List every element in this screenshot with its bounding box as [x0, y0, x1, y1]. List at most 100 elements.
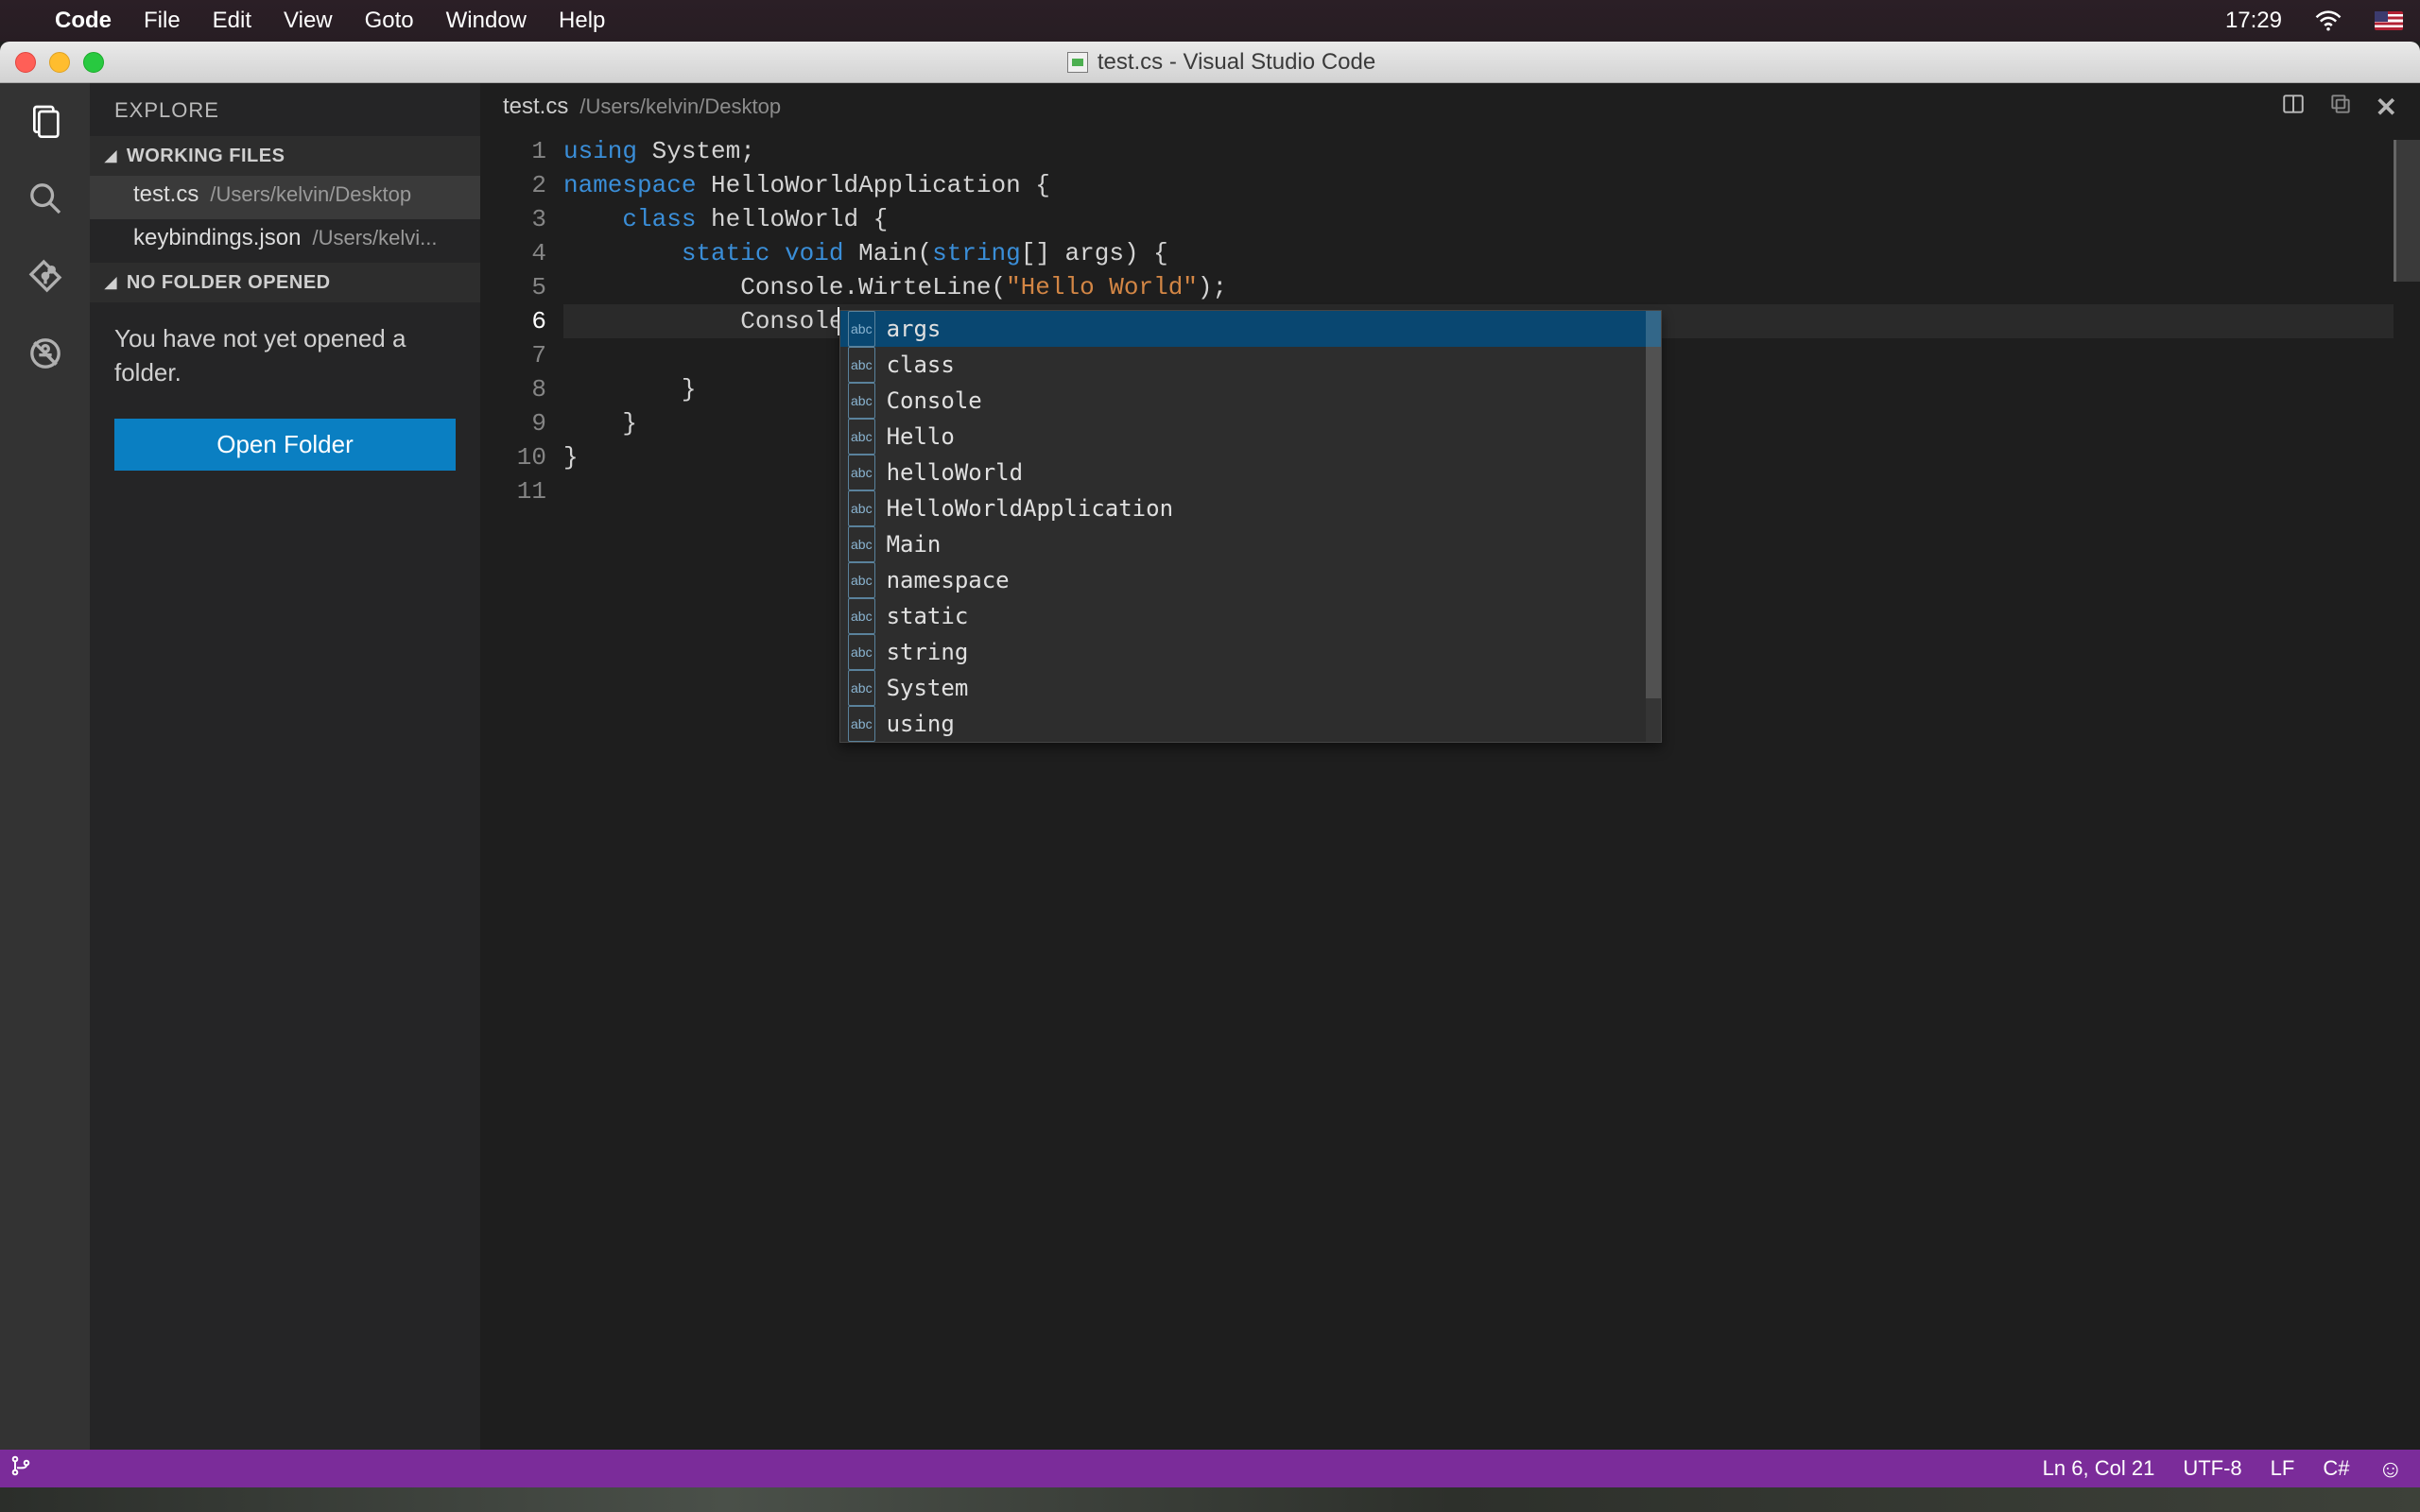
line-number: 1	[480, 134, 546, 168]
suggestion-label: HelloWorldApplication	[887, 491, 1173, 525]
window-title-text: test.cs - Visual Studio Code	[1098, 49, 1375, 76]
suggestion-item[interactable]: abc Main	[840, 526, 1661, 562]
suggestion-item[interactable]: abc Hello	[840, 419, 1661, 455]
suggestion-kind-icon: abc	[848, 383, 875, 419]
suggestion-label: namespace	[887, 563, 1010, 597]
no-folder-message: You have not yet opened a folder.	[90, 302, 480, 409]
window-minimize-button[interactable]	[49, 52, 70, 73]
line-number: 6	[480, 304, 546, 338]
line-number: 2	[480, 168, 546, 202]
code-line[interactable]: static void Main(string[] args) {	[563, 236, 2394, 270]
suggestion-kind-icon: abc	[848, 562, 875, 598]
editor-group: test.cs /Users/kelvin/Desktop ✕ 12345678…	[480, 83, 2420, 1450]
suggestion-item[interactable]: abc helloWorld	[840, 455, 1661, 490]
menubar-help[interactable]: Help	[559, 8, 605, 34]
menubar-file[interactable]: File	[144, 8, 181, 34]
editor-area[interactable]: 1234567891011 using System;namespace Hel…	[480, 130, 2420, 1450]
suggestion-item[interactable]: abc namespace	[840, 562, 1661, 598]
suggestion-label: helloWorld	[887, 455, 1024, 490]
suggestion-kind-icon: abc	[848, 670, 875, 706]
suggestion-kind-icon: abc	[848, 419, 875, 455]
code-line[interactable]: class helloWorld {	[563, 202, 2394, 236]
wifi-icon[interactable]	[2314, 7, 2342, 35]
working-file-item[interactable]: keybindings.json /Users/kelvi...	[90, 219, 480, 263]
suggestion-kind-icon: abc	[848, 706, 875, 742]
file-icon	[1067, 52, 1088, 73]
menubar-view[interactable]: View	[284, 8, 333, 34]
working-files-list: test.cs /Users/kelvin/Desktop keybinding…	[90, 176, 480, 263]
menubar-window[interactable]: Window	[446, 8, 527, 34]
activity-bar	[0, 83, 90, 1450]
suggestion-kind-icon: abc	[848, 311, 875, 347]
suggestion-item[interactable]: abc class	[840, 347, 1661, 383]
suggestion-item[interactable]: abc string	[840, 634, 1661, 670]
macos-menubar: Code File Edit View Goto Window Help 17:…	[0, 0, 2420, 42]
close-editor-icon[interactable]: ✕	[2376, 92, 2397, 123]
suggestion-label: using	[887, 707, 955, 741]
git-icon[interactable]	[25, 255, 66, 297]
open-folder-button[interactable]: Open Folder	[114, 419, 456, 471]
suggestion-label: Main	[887, 527, 942, 561]
no-folder-header[interactable]: ◢ NO FOLDER OPENED	[90, 263, 480, 302]
editor-tab-path: /Users/kelvin/Desktop	[579, 94, 781, 119]
line-number: 10	[480, 440, 546, 474]
chevron-down-icon: ◢	[105, 146, 117, 165]
suggest-scrollbar[interactable]	[1646, 311, 1661, 742]
suggestion-kind-icon: abc	[848, 598, 875, 634]
status-feedback-icon[interactable]: ☺	[2377, 1454, 2403, 1484]
suggestion-label: class	[887, 348, 955, 382]
working-files-header[interactable]: ◢ WORKING FILES	[90, 136, 480, 176]
suggestion-kind-icon: abc	[848, 526, 875, 562]
intellisense-suggest-widget[interactable]: abcargsabcclassabcConsoleabcHelloabchell…	[839, 310, 1662, 743]
status-cursor-position[interactable]: Ln 6, Col 21	[2043, 1456, 2155, 1481]
status-eol[interactable]: LF	[2271, 1456, 2295, 1481]
working-files-label: WORKING FILES	[127, 146, 285, 167]
code-line[interactable]: Console.WirteLine("Hello World");	[563, 270, 2394, 304]
debug-icon[interactable]	[25, 333, 66, 374]
code-line[interactable]: namespace HelloWorldApplication {	[563, 168, 2394, 202]
menubar-app[interactable]: Code	[55, 8, 112, 34]
more-actions-icon[interactable]	[2328, 92, 2353, 123]
split-editor-icon[interactable]	[2281, 92, 2306, 123]
menubar-edit[interactable]: Edit	[213, 8, 251, 34]
suggestion-item[interactable]: abc static	[840, 598, 1661, 634]
suggestion-label: string	[887, 635, 969, 669]
suggestion-item[interactable]: abc using	[840, 706, 1661, 742]
suggestion-kind-icon: abc	[848, 490, 875, 526]
suggestion-item[interactable]: abcSystem	[840, 670, 1661, 706]
suggestion-item[interactable]: abcargs	[840, 311, 1661, 347]
suggestion-kind-icon: abc	[848, 634, 875, 670]
menubar-goto[interactable]: Goto	[365, 8, 414, 34]
editor-tab[interactable]: test.cs /Users/kelvin/Desktop	[503, 94, 781, 120]
window-zoom-button[interactable]	[83, 52, 104, 73]
working-file-item[interactable]: test.cs /Users/kelvin/Desktop	[90, 176, 480, 219]
suggestion-kind-icon: abc	[848, 455, 875, 490]
window-title: test.cs - Visual Studio Code	[117, 49, 2325, 76]
chevron-down-icon: ◢	[105, 273, 117, 292]
window-close-button[interactable]	[15, 52, 36, 73]
suggestion-label: static	[887, 599, 969, 633]
code-line[interactable]: using System;	[563, 134, 2394, 168]
suggestion-item[interactable]: abc Console	[840, 383, 1661, 419]
status-language[interactable]: C#	[2323, 1456, 2349, 1481]
suggestion-kind-icon: abc	[848, 347, 875, 383]
working-file-name: keybindings.json	[133, 225, 301, 251]
status-encoding[interactable]: UTF-8	[2183, 1456, 2241, 1481]
line-number: 3	[480, 202, 546, 236]
input-source-flag-icon[interactable]	[2375, 11, 2403, 30]
desktop-background	[0, 1487, 2420, 1512]
sidebar: EXPLORE ◢ WORKING FILES test.cs /Users/k…	[90, 83, 480, 1450]
working-file-name: test.cs	[133, 181, 199, 208]
search-icon[interactable]	[25, 178, 66, 219]
menubar-clock[interactable]: 17:29	[2225, 8, 2282, 34]
status-git-icon[interactable]	[9, 1454, 32, 1483]
overview-ruler[interactable]	[2394, 130, 2420, 1450]
suggestion-label: Console	[887, 384, 982, 418]
line-number: 4	[480, 236, 546, 270]
line-number: 11	[480, 474, 546, 508]
suggestion-item[interactable]: abc HelloWorldApplication	[840, 490, 1661, 526]
explorer-icon[interactable]	[25, 100, 66, 142]
overview-scroll-thumb[interactable]	[2394, 140, 2420, 282]
suggest-scrollbar-thumb[interactable]	[1646, 311, 1661, 698]
suggestion-label: Hello	[887, 420, 955, 454]
